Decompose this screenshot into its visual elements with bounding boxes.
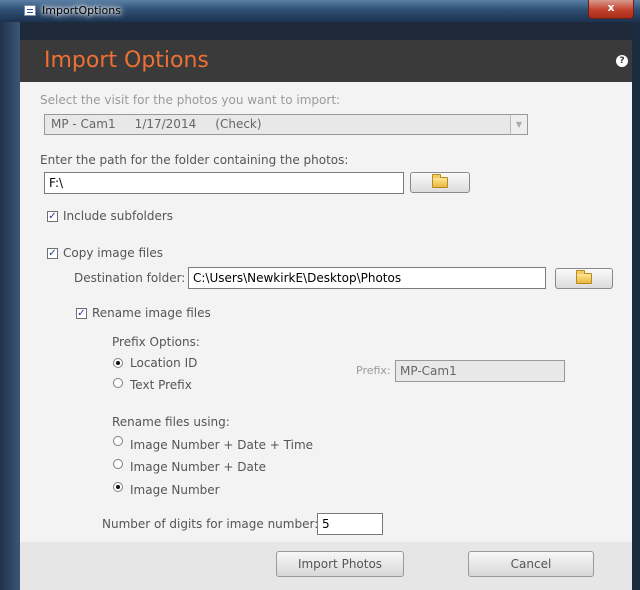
form-header: Import Options ? (20, 40, 632, 82)
prefix-label: Prefix: (356, 364, 391, 377)
include-subfolders-label: Include subfolders (63, 209, 174, 223)
browse-destination-button[interactable] (555, 268, 613, 289)
cancel-button[interactable]: Cancel (468, 551, 594, 577)
form-footer: Import Photos Cancel (20, 542, 632, 590)
form-body: Select the visit for the photos you want… (20, 82, 632, 542)
visit-label: Select the visit for the photos you want… (40, 93, 341, 107)
visit-combo-value: MP - Cam1 1/17/2014 (Check) (51, 117, 262, 131)
digits-label: Number of digits for image number: (102, 517, 319, 531)
window-title: ImportOptions (42, 4, 121, 17)
rename-images-label: Rename image files (92, 306, 211, 320)
page-title: Import Options (44, 48, 209, 73)
location-id-radio[interactable] (113, 358, 123, 368)
prefix-input[interactable]: MP-Cam1 (395, 360, 565, 382)
image-number-radio[interactable] (113, 482, 123, 492)
folder-icon (576, 269, 592, 284)
digits-input[interactable]: 5 (317, 513, 383, 535)
destination-label: Destination folder: (74, 271, 186, 285)
form-icon (24, 5, 36, 16)
prefix-options-label: Prefix Options: (112, 335, 200, 349)
image-number-label: Image Number (130, 483, 220, 497)
rename-using-label: Rename files using: (112, 415, 230, 429)
title-bar: ImportOptions x (0, 0, 640, 22)
number-date-radio[interactable] (113, 459, 123, 469)
number-date-label: Image Number + Date (130, 460, 266, 474)
include-subfolders-checkbox[interactable]: ✓ (47, 211, 58, 222)
rename-images-checkbox[interactable]: ✓ (76, 308, 87, 319)
location-id-label: Location ID (130, 356, 198, 370)
browse-folder-button[interactable] (410, 172, 470, 193)
window-right-border (632, 22, 640, 590)
number-date-time-radio[interactable] (113, 436, 123, 446)
close-button[interactable]: x (588, 0, 634, 19)
number-date-time-label: Image Number + Date + Time (130, 438, 314, 452)
window-left-border (0, 22, 20, 590)
visit-combo[interactable]: MP - Cam1 1/17/2014 (Check) ▼ (44, 114, 528, 135)
copy-images-label: Copy image files (63, 246, 163, 260)
text-prefix-radio[interactable] (113, 378, 123, 388)
text-prefix-label: Text Prefix (130, 378, 192, 392)
destination-folder-input[interactable]: C:\Users\NewkirkE\Desktop\Photos (188, 267, 546, 289)
folder-label: Enter the path for the folder containing… (40, 153, 349, 167)
import-photos-button[interactable]: Import Photos (276, 551, 404, 577)
chevron-down-icon[interactable]: ▼ (510, 115, 527, 134)
copy-images-checkbox[interactable]: ✓ (47, 248, 58, 259)
folder-path-input[interactable]: F:\ (44, 172, 404, 194)
help-icon[interactable]: ? (616, 55, 628, 67)
folder-icon (432, 173, 448, 188)
